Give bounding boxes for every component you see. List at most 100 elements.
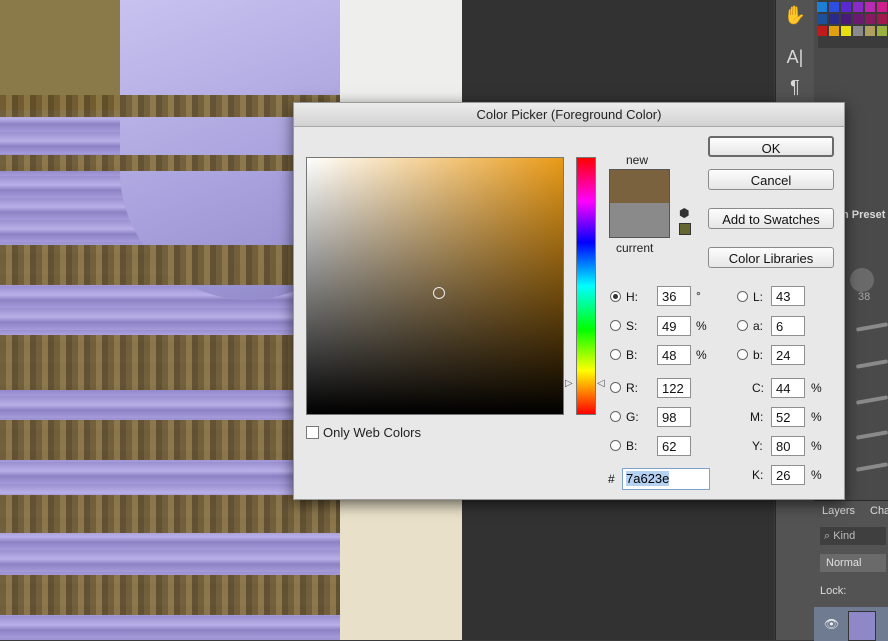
hue-slider[interactable] <box>576 157 596 415</box>
saturation-brightness-field[interactable] <box>306 157 564 415</box>
lock-label: Lock: <box>820 585 847 597</box>
swatch[interactable] <box>829 26 839 36</box>
swatch[interactable] <box>841 2 851 12</box>
out-of-gamut-cube-icon[interactable]: ⬢ <box>679 206 689 220</box>
saturation-input[interactable]: 49 <box>657 316 691 336</box>
layer-thumbnail <box>848 611 876 641</box>
black-input[interactable]: 26 <box>771 465 805 485</box>
ok-button[interactable]: OK <box>708 136 834 157</box>
yellow-unit: % <box>811 439 822 453</box>
red-input[interactable]: 122 <box>657 378 691 398</box>
layers-tab[interactable]: Layers <box>822 505 855 517</box>
type-tool-icon[interactable]: A| <box>776 42 814 72</box>
lab-l-label: L: <box>753 290 764 304</box>
blue-input[interactable]: 62 <box>657 436 691 456</box>
swatch[interactable] <box>853 26 863 36</box>
swatches-panel <box>817 0 888 48</box>
websafe-color-swatch[interactable] <box>679 223 691 235</box>
color-comparison-swatch <box>609 169 670 238</box>
swatch[interactable] <box>853 14 863 24</box>
hex-input[interactable]: 7a623e <box>622 468 710 490</box>
lab-a-radio[interactable] <box>737 320 748 331</box>
layers-panel: Layers Cha ⌕ Kind Normal Lock: 👁 <box>814 500 888 641</box>
swatch[interactable] <box>817 2 827 12</box>
saturation-radio[interactable] <box>610 320 621 331</box>
swatch[interactable] <box>829 2 839 12</box>
hue-input[interactable]: 36 <box>657 286 691 306</box>
new-label: new <box>626 153 649 167</box>
lace-band <box>0 575 360 615</box>
magenta-label: M: <box>750 410 764 424</box>
channels-tab[interactable]: Cha <box>870 505 888 517</box>
swatch[interactable] <box>877 26 887 36</box>
brush-presets-tab[interactable]: h Preset <box>842 209 885 221</box>
green-input[interactable]: 98 <box>657 407 691 427</box>
black-unit: % <box>811 468 822 482</box>
hue-radio[interactable] <box>610 291 621 302</box>
red-radio[interactable] <box>610 382 621 393</box>
paragraph-icon[interactable]: ¶ <box>776 72 814 102</box>
lab-l-radio[interactable] <box>737 291 748 302</box>
color-cursor[interactable] <box>433 287 445 299</box>
brush-size-label: 38 <box>858 291 871 303</box>
magenta-unit: % <box>811 410 822 424</box>
hex-prefix: # <box>608 472 615 486</box>
lab-b-label: b: <box>753 348 764 362</box>
cyan-input[interactable]: 44 <box>771 378 805 398</box>
hue-unit: ° <box>696 289 701 303</box>
swatch[interactable] <box>829 14 839 24</box>
swatch[interactable] <box>877 2 887 12</box>
blue-radio[interactable] <box>610 440 621 451</box>
add-to-swatches-button[interactable]: Add to Swatches <box>708 208 834 229</box>
swatch[interactable] <box>841 14 851 24</box>
only-web-colors-label: Only Web Colors <box>323 425 422 440</box>
current-label: current <box>616 241 654 255</box>
swatch[interactable] <box>877 14 887 24</box>
cyan-label: C: <box>752 381 764 395</box>
green-label: G: <box>626 410 639 424</box>
yellow-input[interactable]: 80 <box>771 436 805 456</box>
search-icon: ⌕ <box>824 530 834 542</box>
red-label: R: <box>626 381 638 395</box>
blue-label: B: <box>626 439 638 453</box>
kind-label: Kind <box>833 530 856 542</box>
swatch[interactable] <box>841 26 851 36</box>
color-picker-dialog: Color Picker (Foreground Color) ▷ ◁ Only… <box>293 102 845 500</box>
lab-b-radio[interactable] <box>737 349 748 360</box>
color-libraries-button[interactable]: Color Libraries <box>708 247 834 268</box>
swatch[interactable] <box>865 26 875 36</box>
lab-a-input[interactable]: 6 <box>771 316 805 336</box>
swatch[interactable] <box>817 14 827 24</box>
lab-l-input[interactable]: 43 <box>771 286 805 306</box>
swatch[interactable] <box>853 2 863 12</box>
checkbox-icon[interactable] <box>306 426 319 439</box>
dialog-title: Color Picker (Foreground Color) <box>294 103 844 127</box>
magenta-input[interactable]: 52 <box>771 407 805 427</box>
saturation-label: S: <box>626 319 638 333</box>
swatch[interactable] <box>865 14 875 24</box>
hue-label: H: <box>626 290 638 304</box>
brightness-radio[interactable] <box>610 349 621 360</box>
layer-filter-kind[interactable]: ⌕ Kind <box>820 527 886 545</box>
hue-slider-left-arrow-icon[interactable]: ▷ <box>565 378 573 389</box>
layer-row[interactable]: 👁 <box>814 607 888 641</box>
blend-mode-select[interactable]: Normal <box>820 554 886 572</box>
current-color-swatch[interactable] <box>610 203 669 237</box>
brightness-input[interactable]: 48 <box>657 345 691 365</box>
lace-band <box>0 495 360 533</box>
hue-slider-right-arrow-icon[interactable]: ◁ <box>597 378 605 389</box>
new-color-swatch <box>610 170 669 203</box>
brush-tool-icon[interactable]: ✋ <box>776 0 814 30</box>
green-radio[interactable] <box>610 411 621 422</box>
brush-preset-swatch[interactable] <box>850 268 874 292</box>
swatch[interactable] <box>817 26 827 36</box>
lab-b-input[interactable]: 24 <box>771 345 805 365</box>
black-label: K: <box>752 468 764 482</box>
cyan-unit: % <box>811 381 822 395</box>
eye-icon[interactable]: 👁 <box>824 617 839 631</box>
swatch[interactable] <box>865 2 875 12</box>
cancel-button[interactable]: Cancel <box>708 169 834 190</box>
lab-a-label: a: <box>753 319 764 333</box>
hex-value: 7a623e <box>626 471 670 486</box>
only-web-colors[interactable]: Only Web Colors <box>306 425 421 440</box>
